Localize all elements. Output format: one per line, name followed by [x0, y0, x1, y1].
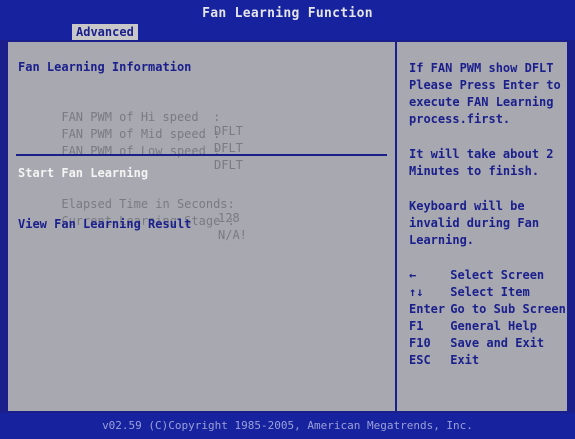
copyright-footer: v02.59 (C)Copyright 1985-2005, American … [0, 413, 575, 439]
learning-stage-value: N/A! [218, 228, 247, 242]
arrow-up-down-icon: ↑↓ [409, 285, 424, 299]
key-desc: Select Item [450, 285, 530, 299]
screen-title: Fan Learning Function [202, 6, 373, 21]
key-exit: ESC Exit [409, 353, 479, 367]
key-desc: Select Screen [450, 268, 545, 282]
key-select-screen: ← Select Screen [409, 268, 544, 282]
key-save-exit: F10 Save and Exit [409, 336, 544, 350]
help-text-1: If FAN PWM show DFLT Please Press Enter … [409, 61, 561, 126]
help-text-3: Keyboard will be invalid during Fan Lear… [409, 199, 540, 247]
help-panel: If FAN PWM show DFLT Please Press Enter … [397, 42, 567, 411]
title-bar: Fan Learning Function Advanced [0, 0, 575, 40]
key-label: ESC [409, 353, 431, 367]
view-fan-learning-result-item[interactable]: View Fan Learning Result [18, 217, 191, 231]
tab-advanced[interactable]: Advanced [72, 24, 138, 40]
help-text-2: It will take about 2 Minutes to finish. [409, 147, 554, 178]
section-title: Fan Learning Information [18, 60, 192, 74]
key-label: F1 [409, 319, 424, 333]
main-panel: Fan Learning Information FAN PWM of Hi s… [6, 40, 569, 413]
key-desc: Save and Exit [450, 336, 545, 350]
key-select-item: ↑↓ Select Item [409, 285, 530, 299]
arrow-left-icon: ← [409, 268, 417, 282]
divider [16, 154, 387, 156]
key-general-help: F1 General Help [409, 319, 537, 333]
start-fan-learning-item[interactable]: Start Fan Learning [18, 166, 148, 180]
key-sub-screen: Enter Go to Sub Screen [409, 302, 566, 316]
key-desc: Exit [450, 353, 480, 367]
key-desc: General Help [450, 319, 537, 333]
key-label: Enter [409, 302, 446, 316]
settings-panel: Fan Learning Information FAN PWM of Hi s… [8, 42, 397, 411]
fan-pwm-low-value: DFLT [214, 158, 243, 172]
key-label: F10 [409, 336, 431, 350]
key-desc: Go to Sub Screen [450, 302, 566, 316]
